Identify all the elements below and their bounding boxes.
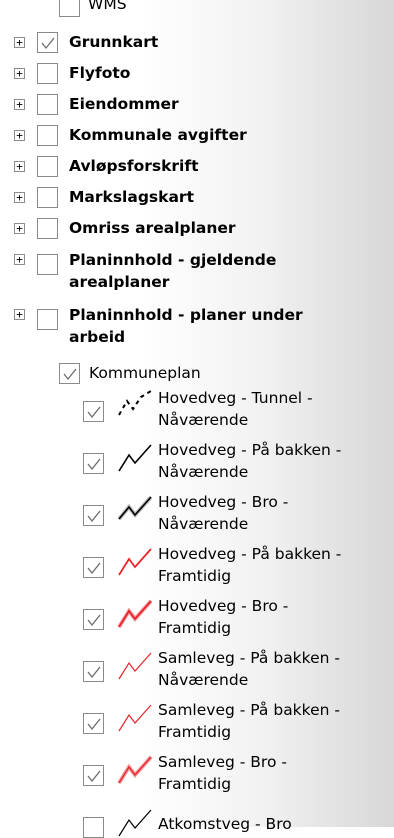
layer-tree: WMS + Grunnkart + Flyfoto + Eiendommer +… [0,0,394,838]
expand-icon[interactable]: + [14,37,25,48]
red-bridge-line-icon [117,755,153,785]
legend-layer-label-line1: Samleveg - Bro - [158,753,287,771]
legend-layer-label-line1: Hovedveg - På bakken - [158,545,342,563]
layer-label-avlopsforskrift: Avløpsforskrift [69,157,199,175]
expand-icon[interactable]: + [14,130,25,141]
checkbox-legend-layer[interactable] [83,609,104,630]
checkbox-kommunale-avgifter[interactable] [37,125,58,146]
layer-label-kommuneplan: Kommuneplan [89,364,201,382]
checkbox-omriss-arealplaner[interactable] [37,218,58,239]
legend-layer-label-line2: Nåværende [158,411,249,429]
legend-layer-label-line2: Nåværende [158,671,249,689]
legend-layer-label-line2: Framtidig [158,567,232,585]
checkmark-icon [87,718,101,731]
layer-label-kommunale-avgifter: Kommunale avgifter [69,126,247,144]
checkmark-icon [87,614,101,627]
expand-icon[interactable]: + [14,254,25,265]
legend-layer-label-line1: Hovedveg - Tunnel - [158,389,313,407]
checkbox-avlopsforskrift[interactable] [37,156,58,177]
legend-layer-label-line2: Framtidig [158,775,232,793]
checkbox-legend-layer[interactable] [83,817,104,838]
red-thin-line-icon [118,652,152,680]
checkbox-flyfoto[interactable] [37,63,58,84]
checkmark-icon [87,562,101,575]
checkbox-grunnkart[interactable] [37,32,58,53]
black-line-icon [118,444,152,472]
checkmark-icon [87,770,101,783]
legend-layer-label-line2: Framtidig [158,619,232,637]
checkbox-eiendommer[interactable] [37,94,58,115]
checkbox-legend-layer[interactable] [83,713,104,734]
dashed-black-line-icon [118,390,152,416]
checkbox-planinnhold-under-arbeid[interactable] [37,309,58,330]
layer-label-planinnhold-under-arbeid-line2: arbeid [69,328,126,346]
layer-label-flyfoto: Flyfoto [69,64,131,82]
checkbox-legend-layer[interactable] [83,557,104,578]
checkbox-wms[interactable] [59,0,80,17]
checkmark-icon [87,666,101,679]
checkbox-planinnhold-gjeldende[interactable] [37,254,58,275]
red-line-icon [118,548,152,576]
black-bridge-line-icon [117,495,153,521]
legend-layer-label-line1: Hovedveg - Bro - [158,597,289,615]
checkmark-icon [63,368,77,381]
expand-icon[interactable]: + [14,192,25,203]
checkbox-legend-layer[interactable] [83,401,104,422]
legend-layer-label-line1: Hovedveg - På bakken - [158,441,342,459]
legend-layer-label-line1: Samleveg - På bakken - [158,649,340,667]
checkbox-legend-layer[interactable] [83,453,104,474]
checkmark-icon [87,458,101,471]
expand-icon[interactable]: + [14,68,25,79]
checkbox-legend-layer[interactable] [83,661,104,682]
red-bridge-line-icon [118,809,152,837]
layer-label-planinnhold-under-arbeid-line1: Planinnhold - planer under [69,306,303,324]
layer-label-markslagskart: Markslagskart [69,188,194,206]
legend-layer-label-line2: Framtidig [158,723,232,741]
expand-icon[interactable]: + [14,309,25,320]
legend-layer-label-line2: Nåværende [158,463,249,481]
checkmark-icon [87,510,101,523]
expand-icon[interactable]: + [14,161,25,172]
layer-label-planinnhold-gjeldende-line2: arealplaner [69,273,170,291]
legend-layer-label-line1: Samleveg - På bakken - [158,701,340,719]
checkmark-icon [87,406,101,419]
layer-label-planinnhold-gjeldende-line1: Planinnhold - gjeldende [69,251,277,269]
checkbox-kommuneplan[interactable] [59,363,80,384]
expand-icon[interactable]: + [14,99,25,110]
layer-label-eiendommer: Eiendommer [69,95,179,113]
checkmark-icon [41,37,55,50]
expand-icon[interactable]: + [14,223,25,234]
layer-label-grunnkart: Grunnkart [69,33,159,51]
legend-layer-label-line1: Hovedveg - Bro - [158,493,289,511]
checkbox-legend-layer[interactable] [83,505,104,526]
legend-layer-label-line2: Nåværende [158,515,249,533]
layer-label-wms: WMS [88,0,127,13]
legend-layer-label-partial: Atkomstveg - Bro [158,815,292,833]
layer-label-omriss-arealplaner: Omriss arealplaner [69,219,236,237]
red-thin-line-icon [118,704,152,732]
red-bridge-line-icon [117,599,153,629]
checkbox-markslagskart[interactable] [37,187,58,208]
checkbox-legend-layer[interactable] [83,765,104,786]
